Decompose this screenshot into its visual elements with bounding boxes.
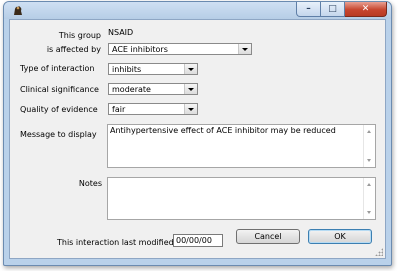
affected-by-dropdown[interactable]: ACE inhibitors <box>108 43 252 55</box>
dialog-window: – □ ✕ This group NSAID is affected by AC… <box>3 1 392 266</box>
message-value: Antihypertensive effect of ACE inhibitor… <box>110 126 336 135</box>
type-of-interaction-value: inhibits <box>112 65 142 74</box>
meerkat-app-icon <box>14 6 22 15</box>
close-button[interactable]: ✕ <box>345 2 387 17</box>
message-scrollbar[interactable] <box>363 125 375 167</box>
notes-label: Notes <box>78 179 102 188</box>
this-group-value: NSAID <box>108 28 134 37</box>
dialog-body: This group NSAID is affected by ACE inhi… <box>9 19 386 259</box>
last-modified-field: 00/00/00 <box>173 234 223 247</box>
chevron-down-icon[interactable] <box>238 44 251 54</box>
scroll-up-icon[interactable] <box>367 183 371 186</box>
title-bar[interactable]: – □ ✕ <box>4 2 391 19</box>
this-group-label: This group <box>58 31 101 40</box>
ok-button[interactable]: OK <box>308 229 372 244</box>
scroll-down-icon[interactable] <box>367 211 371 214</box>
window-controls: – □ ✕ <box>296 2 387 17</box>
scroll-down-icon[interactable] <box>367 159 371 162</box>
notes-textarea[interactable] <box>107 177 376 220</box>
notes-scrollbar[interactable] <box>363 178 375 219</box>
type-of-interaction-label: Type of interaction <box>20 64 95 73</box>
quality-of-evidence-label: Quality of evidence <box>20 105 98 114</box>
minimize-button[interactable]: – <box>296 2 321 17</box>
type-of-interaction-dropdown[interactable]: inhibits <box>108 63 198 75</box>
affected-by-label: is affected by <box>46 45 101 54</box>
quality-of-evidence-dropdown[interactable]: fair <box>108 103 198 115</box>
clinical-significance-label: Clinical significance <box>20 85 99 94</box>
resize-grip-icon[interactable] <box>375 248 383 256</box>
minimize-icon: – <box>306 4 311 14</box>
chevron-down-icon[interactable] <box>184 84 197 94</box>
quality-of-evidence-value: fair <box>112 105 126 114</box>
scroll-up-icon[interactable] <box>367 130 371 133</box>
message-to-display-label: Message to display <box>20 130 97 139</box>
maximize-button[interactable]: □ <box>321 2 345 17</box>
clinical-significance-dropdown[interactable]: moderate <box>108 83 198 95</box>
cancel-button[interactable]: Cancel <box>236 229 300 244</box>
clinical-significance-value: moderate <box>112 85 151 94</box>
affected-by-value: ACE inhibitors <box>112 45 168 54</box>
chevron-down-icon[interactable] <box>184 104 197 114</box>
last-modified-label: This interaction last modified <box>57 238 174 247</box>
maximize-icon: □ <box>328 4 337 14</box>
message-textarea[interactable]: Antihypertensive effect of ACE inhibitor… <box>107 124 376 168</box>
close-icon: ✕ <box>361 4 370 14</box>
chevron-down-icon[interactable] <box>184 64 197 74</box>
